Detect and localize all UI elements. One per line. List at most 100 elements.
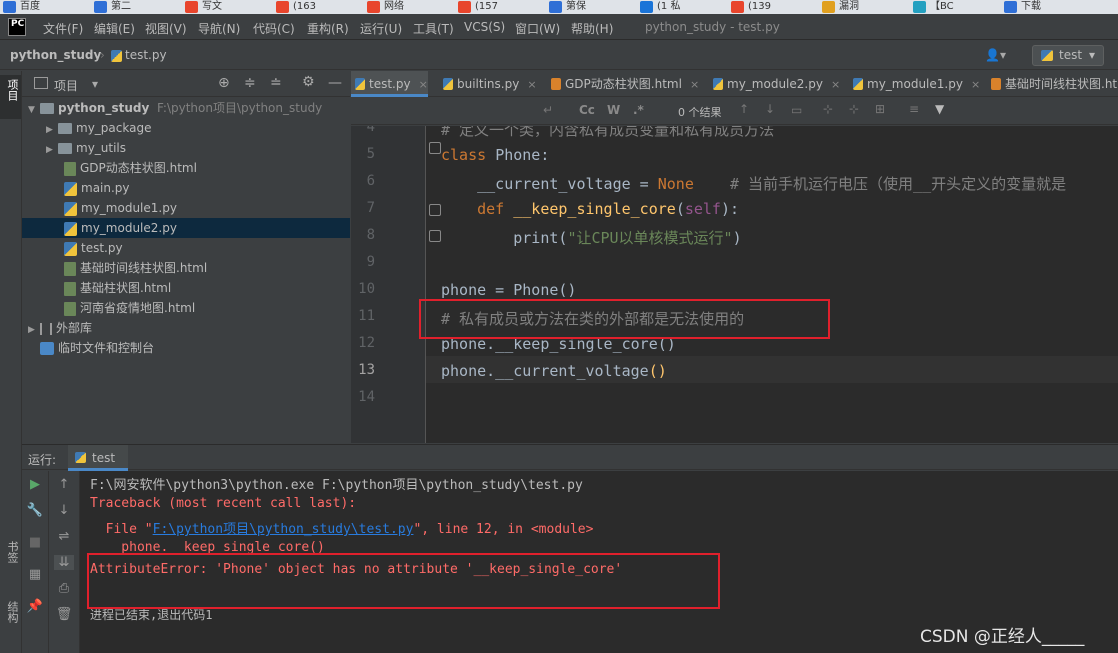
editor-tab[interactable]: builtins.py × [439, 71, 537, 97]
tree-item[interactable]: ▶ my_utils [22, 138, 350, 158]
editor-tab[interactable]: GDP动态柱状图.html × [547, 71, 699, 97]
menu-code[interactable]: 代码(C) [253, 20, 295, 37]
browser-tab[interactable]: 网络 [364, 0, 426, 14]
tree-item[interactable]: ▶ my_package [22, 118, 350, 138]
menu-edit[interactable]: 编辑(E) [94, 20, 135, 37]
tree-root[interactable]: ▼ python_study F:\python项目\python_study [22, 98, 350, 118]
tree-item[interactable]: main.py [22, 178, 350, 198]
window-title: python_study - test.py [645, 20, 780, 34]
rerun-icon[interactable]: ▶ [25, 477, 45, 492]
editor-tab[interactable]: test.py × [351, 71, 428, 97]
console-file-link[interactable]: F:\python项目\python_study\test.py [153, 522, 414, 537]
filter-icon[interactable]: ▼ [935, 102, 944, 116]
browser-tab[interactable]: 【BC [910, 0, 972, 14]
close-icon[interactable]: × [419, 78, 428, 91]
run-tab[interactable]: test [68, 445, 128, 471]
collapse-all-icon[interactable]: ≐ [270, 75, 282, 91]
browser-tab[interactable]: (139 [728, 0, 790, 14]
project-header-label[interactable]: 项目 [54, 77, 78, 94]
structure-tool-label[interactable]: 结构 [4, 601, 20, 623]
tree-item[interactable]: test.py [22, 238, 350, 258]
menu-run[interactable]: 运行(U) [360, 20, 402, 37]
menu-file[interactable]: 文件(F) [43, 20, 83, 37]
context-icon[interactable]: ≡ [909, 102, 919, 116]
browser-tab[interactable]: 第保 [546, 0, 608, 14]
line-number: 4 [366, 126, 375, 135]
hide-panel-icon[interactable]: — [328, 75, 342, 91]
menu-help[interactable]: 帮助(H) [571, 20, 613, 37]
arrow-up-icon[interactable]: ↑ [54, 477, 74, 492]
tree-item[interactable]: 河南省疫情地图.html [22, 298, 350, 318]
arrow-down-icon[interactable]: ↓ [54, 503, 74, 518]
browser-tab[interactable]: (157 [455, 0, 517, 14]
line-number: 11 [358, 308, 375, 324]
add-selection-icon[interactable]: ⊹ [823, 102, 833, 116]
breadcrumb-project[interactable]: python_study [10, 48, 101, 62]
browser-tab[interactable]: (1 私 [637, 0, 699, 14]
browser-tab[interactable]: 第二 [91, 0, 153, 14]
code-editor[interactable]: 4 5 6 7 8 9 10 11 12 13 14 # 定义一个类，内含私有成员变量和私有成员方法… [351, 126, 1118, 443]
menu-tools[interactable]: 工具(T) [413, 20, 454, 37]
wrench-icon[interactable]: 🔧 [25, 503, 45, 518]
menu-refactor[interactable]: 重构(R) [307, 20, 349, 37]
browser-tab[interactable]: 下载 [1001, 0, 1063, 14]
favicon-icon [94, 1, 107, 13]
expand-all-icon[interactable]: ≑ [244, 75, 256, 91]
close-icon[interactable]: × [690, 78, 699, 91]
project-panel: 项目 ▾ ⊕ ≑ ≐ ⚙ — ▼ python_study F:\python项目… [22, 71, 350, 443]
user-icon[interactable]: 👤▾ [985, 48, 1006, 62]
menu-vcs[interactable]: VCS(S) [464, 20, 505, 34]
pin-icon[interactable]: 📌 [25, 599, 45, 614]
match-case-toggle[interactable]: Cc [579, 103, 595, 117]
bookmarks-tool-label[interactable]: 书签 [4, 541, 20, 563]
gear-icon[interactable]: ⚙ [302, 74, 315, 90]
call: print( [441, 229, 568, 247]
browser-tab[interactable]: 写文 [182, 0, 244, 14]
tree-item[interactable]: my_module1.py [22, 198, 350, 218]
tree-item[interactable]: 基础时间线柱状图.html [22, 258, 350, 278]
tree-item[interactable]: 基础柱状图.html [22, 278, 350, 298]
regex-toggle[interactable]: .* [633, 103, 644, 117]
close-icon[interactable]: × [831, 78, 840, 91]
tree-item-label: my_utils [76, 141, 127, 155]
select-all-icon[interactable]: ⊞ [875, 102, 885, 116]
browser-tab[interactable]: (163 [273, 0, 335, 14]
arrow-down-icon[interactable]: ↓ [765, 102, 775, 116]
browser-tab[interactable]: 百度 [0, 0, 62, 14]
close-icon[interactable]: × [971, 78, 980, 91]
editor-tab-label: GDP动态柱状图.html [565, 77, 682, 91]
breadcrumb-file[interactable]: test.py [125, 48, 167, 62]
browser-tab[interactable]: 漏洞 [819, 0, 881, 14]
menu-window[interactable]: 窗口(W) [515, 20, 560, 37]
print-icon[interactable]: ⎙ [54, 581, 74, 596]
soft-wrap-icon[interactable]: ⇌ [54, 529, 74, 544]
tree-item[interactable]: my_module2.py [22, 218, 350, 238]
editor-tab[interactable]: 基础时间线柱状图.htm [987, 71, 1118, 97]
fold-icon[interactable] [429, 204, 441, 216]
close-icon[interactable]: × [527, 78, 536, 91]
locate-icon[interactable]: ⊕ [218, 75, 230, 91]
menu-view[interactable]: 视图(V) [145, 20, 187, 37]
tree-item[interactable]: GDP动态柱状图.html [22, 158, 350, 178]
editor-tab[interactable]: my_module2.py × [709, 71, 840, 97]
run-config-dropdown[interactable]: test ▾ [1032, 45, 1104, 66]
trash-icon[interactable]: 🗑 [54, 607, 74, 622]
tree-scratches[interactable]: 临时文件和控制台 [22, 338, 350, 358]
layout-icon[interactable]: ▦ [25, 567, 45, 582]
fold-icon[interactable] [429, 142, 441, 154]
enter-icon[interactable]: ↵ [543, 103, 553, 117]
editor-tab[interactable]: my_module1.py × [849, 71, 980, 97]
menu-navigate[interactable]: 导航(N) [198, 20, 240, 37]
arrow-up-icon[interactable]: ↑ [739, 102, 749, 116]
fold-icon[interactable] [429, 230, 441, 242]
tree-external-libs[interactable]: ▶ 外部库 [22, 318, 350, 338]
whole-word-toggle[interactable]: W [607, 103, 620, 117]
remove-selection-icon[interactable]: ⊹ [849, 102, 859, 116]
find-all-icon[interactable]: ▭ [791, 103, 802, 117]
scroll-to-end-icon[interactable]: ⇊ [54, 555, 74, 570]
browser-tab-label: 第二 [111, 1, 131, 12]
chevron-down-icon[interactable]: ▾ [92, 77, 98, 91]
stop-icon[interactable]: ■ [25, 535, 45, 550]
project-tool-button[interactable]: 项目 [0, 75, 21, 119]
line-number: 7 [366, 200, 375, 216]
